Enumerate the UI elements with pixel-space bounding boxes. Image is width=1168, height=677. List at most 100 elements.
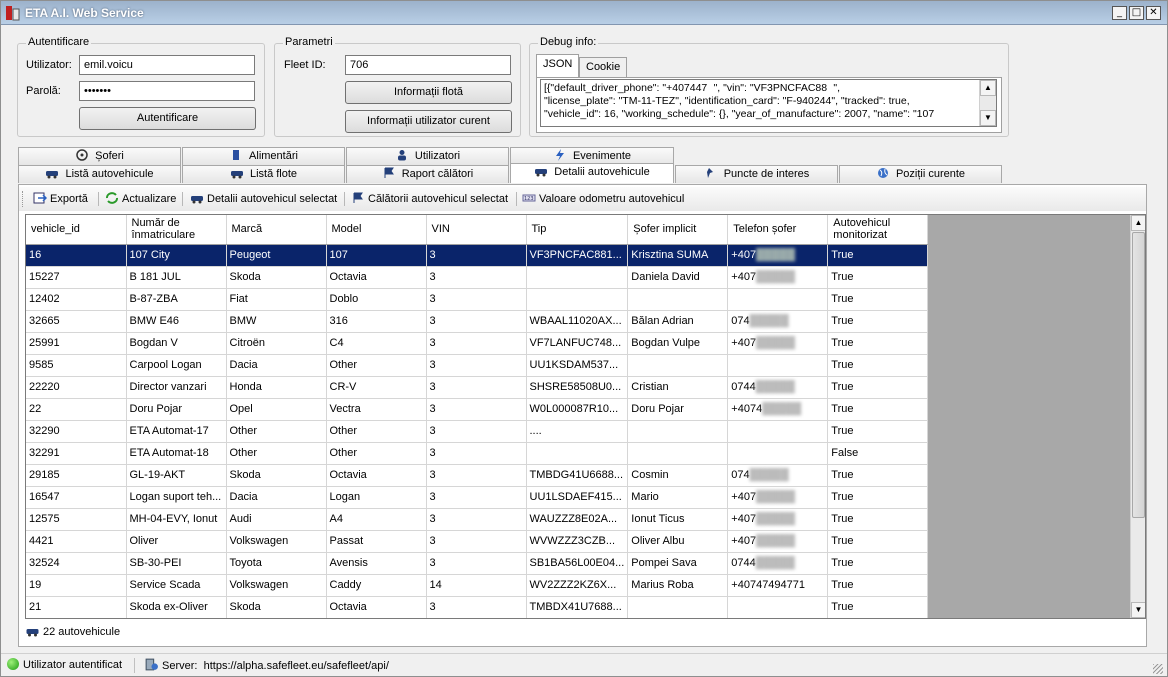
- table-row[interactable]: 32665 BMW E46 BMW 316 3 WBAAL11020AX... Bălan …: [26, 310, 929, 333]
- scroll-down-icon[interactable]: ▼: [980, 110, 996, 126]
- table-cell[interactable]: True: [827, 464, 929, 487]
- table-cell[interactable]: [627, 288, 729, 311]
- refresh-button[interactable]: Actualizare: [105, 192, 176, 205]
- table-cell[interactable]: True: [827, 398, 929, 421]
- table-cell[interactable]: Marius Roba: [627, 574, 729, 597]
- table-cell[interactable]: Citroën: [226, 332, 327, 355]
- table-row[interactable]: 12575 MH-04-EVY, Ionut Audi A4 3 WAUZZZ8E02A.…: [26, 508, 929, 531]
- table-cell[interactable]: True: [827, 310, 929, 333]
- column-header[interactable]: Marcă: [226, 215, 327, 245]
- table-cell[interactable]: +407█████: [727, 332, 829, 355]
- column-header[interactable]: vehicle_id: [26, 215, 127, 245]
- table-cell[interactable]: 22220: [26, 376, 127, 399]
- minimize-button[interactable]: _: [1112, 6, 1127, 20]
- table-cell[interactable]: Bălan Adrian: [627, 310, 729, 333]
- table-cell[interactable]: 107 City: [126, 244, 227, 267]
- table-cell[interactable]: [727, 420, 829, 443]
- table-cell[interactable]: Toyota: [226, 552, 327, 575]
- table-cell[interactable]: 14: [426, 574, 527, 597]
- table-cell[interactable]: 15227: [26, 266, 127, 289]
- scroll-down-icon[interactable]: ▼: [1131, 602, 1145, 618]
- table-cell[interactable]: W0L000087R10...: [526, 398, 629, 421]
- table-cell[interactable]: Doru Pojar: [126, 398, 227, 421]
- table-cell[interactable]: True: [827, 530, 929, 553]
- table-cell[interactable]: [627, 442, 729, 465]
- table-cell[interactable]: Skoda: [226, 596, 327, 618]
- table-cell[interactable]: WVWZZZ3CZB...: [526, 530, 629, 553]
- table-cell[interactable]: 3: [426, 310, 527, 333]
- table-row[interactable]: 15227 B 181 JUL Skoda Octavia 3 Daniela David…: [26, 266, 929, 289]
- tab-fueling[interactable]: Alimentări: [182, 147, 345, 165]
- table-cell[interactable]: Service Scada: [126, 574, 227, 597]
- table-cell[interactable]: Dacia: [226, 486, 327, 509]
- table-row[interactable]: 29185 GL-19-AKT Skoda Octavia 3 TMBDG41U6688.…: [26, 464, 929, 487]
- scroll-up-icon[interactable]: ▲: [1131, 215, 1145, 231]
- table-cell[interactable]: 107: [326, 244, 427, 267]
- table-cell[interactable]: True: [827, 354, 929, 377]
- table-cell[interactable]: +407█████: [727, 530, 829, 553]
- table-row[interactable]: 25991 Bogdan V Citroën C4 3 VF7LANFUC748... Bo…: [26, 332, 929, 355]
- table-cell[interactable]: Opel: [226, 398, 327, 421]
- table-cell[interactable]: WV2ZZZ2KZ6X...: [526, 574, 629, 597]
- table-cell[interactable]: Honda: [226, 376, 327, 399]
- table-cell[interactable]: Fiat: [226, 288, 327, 311]
- table-cell[interactable]: Other: [326, 420, 427, 443]
- table-cell[interactable]: Skoda ex-Oliver: [126, 596, 227, 618]
- table-cell[interactable]: Audi: [226, 508, 327, 531]
- fleet-info-button[interactable]: Informații flotă: [345, 81, 512, 104]
- table-cell[interactable]: 3: [426, 354, 527, 377]
- login-button[interactable]: Autentificare: [79, 107, 256, 130]
- table-cell[interactable]: 29185: [26, 464, 127, 487]
- table-cell[interactable]: Skoda: [226, 464, 327, 487]
- table-cell[interactable]: 0744█████: [727, 552, 829, 575]
- export-button[interactable]: Exportă: [33, 192, 88, 205]
- tab-vehicle-list[interactable]: Listă autovehicule: [18, 165, 181, 183]
- table-cell[interactable]: True: [827, 420, 929, 443]
- table-cell[interactable]: True: [827, 552, 929, 575]
- table-row[interactable]: 32524 SB-30-PEI Toyota Avensis 3 SB1BA56L00E0…: [26, 552, 929, 575]
- tab-cookie[interactable]: Cookie: [579, 57, 628, 79]
- column-header[interactable]: Autovehicul monitorizat: [827, 215, 929, 245]
- json-output[interactable]: [{"default_driver_phone": "+407447 ", "v…: [540, 79, 997, 127]
- fleet-id-input[interactable]: [345, 55, 511, 75]
- table-cell[interactable]: [627, 596, 729, 618]
- table-cell[interactable]: True: [827, 266, 929, 289]
- table-cell[interactable]: Other: [226, 420, 327, 443]
- table-cell[interactable]: Octavia: [326, 266, 427, 289]
- table-cell[interactable]: 32665: [26, 310, 127, 333]
- column-header[interactable]: VIN: [426, 215, 527, 245]
- table-cell[interactable]: UU1LSDAEF415...: [526, 486, 629, 509]
- table-cell[interactable]: Other: [226, 442, 327, 465]
- table-cell[interactable]: SHSRE58508U0...: [526, 376, 629, 399]
- table-cell[interactable]: Mario: [627, 486, 729, 509]
- close-button[interactable]: ✕: [1146, 6, 1161, 20]
- table-cell[interactable]: 074█████: [727, 310, 829, 333]
- table-cell[interactable]: 074█████: [727, 464, 829, 487]
- table-cell[interactable]: False: [827, 442, 929, 465]
- table-cell[interactable]: +40747494771: [727, 574, 829, 597]
- table-cell[interactable]: Cosmin: [627, 464, 729, 487]
- table-cell[interactable]: 32291: [26, 442, 127, 465]
- table-cell[interactable]: TMBDG41U6688...: [526, 464, 629, 487]
- table-cell[interactable]: Passat: [326, 530, 427, 553]
- table-cell[interactable]: 3: [426, 552, 527, 575]
- table-cell[interactable]: 16: [26, 244, 127, 267]
- table-cell[interactable]: Logan suport teh...: [126, 486, 227, 509]
- table-cell[interactable]: MH-04-EVY, Ionut: [126, 508, 227, 531]
- table-cell[interactable]: VF3PNCFAC881...: [526, 244, 629, 267]
- table-cell[interactable]: 3: [426, 332, 527, 355]
- table-cell[interactable]: Oliver: [126, 530, 227, 553]
- vehicle-trips-button[interactable]: Călătorii autovehicul selectat: [351, 192, 508, 205]
- column-header[interactable]: Telefon șofer: [727, 215, 829, 245]
- password-input[interactable]: [79, 81, 255, 101]
- table-cell[interactable]: UU1KSDAM537...: [526, 354, 629, 377]
- table-cell[interactable]: True: [827, 508, 929, 531]
- table-cell[interactable]: +407█████: [727, 266, 829, 289]
- table-cell[interactable]: +4074█████: [727, 398, 829, 421]
- table-cell[interactable]: B-87-ZBA: [126, 288, 227, 311]
- table-cell[interactable]: ....: [526, 420, 629, 443]
- table-cell[interactable]: 3: [426, 442, 527, 465]
- table-cell[interactable]: True: [827, 486, 929, 509]
- table-cell[interactable]: 3: [426, 596, 527, 618]
- table-row[interactable]: 32290 ETA Automat-17 Other Other 3.... True: [26, 420, 929, 443]
